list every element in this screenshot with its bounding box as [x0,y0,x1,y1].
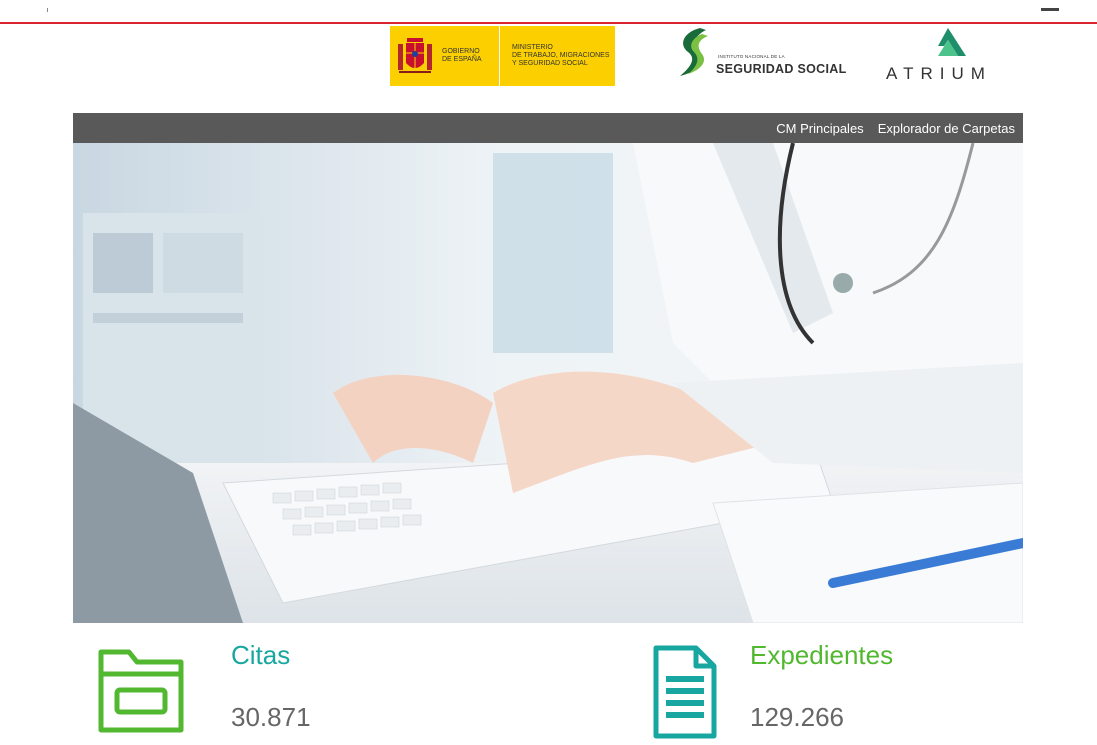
seguridad-social-logo: INSTITUTO NACIONAL DE LA SEGURIDAD SOCIA… [670,24,860,84]
citas-title: Citas [231,640,291,670]
citas-stat[interactable]: Citas 30.871 [95,640,445,740]
citas-value: 30.871 [231,702,311,732]
gobierno-text: GOBIERNO DE ESPAÑA [440,26,500,86]
nav-cm-principales[interactable]: CM Principales [776,121,863,136]
expedientes-title: Expedientes [750,640,894,670]
expedientes-stat[interactable]: Expedientes 129.266 [650,640,1000,740]
atrium-logo: ATRIUM [880,26,1020,90]
top-bar-mark [47,8,48,12]
folder-icon [95,644,187,741]
document-icon [650,644,720,745]
coat-of-arms-icon [390,26,440,86]
top-bar [0,0,1097,24]
expedientes-value: 129.266 [750,702,844,732]
seguridad-social-icon [680,28,708,76]
menu-icon[interactable] [1041,8,1059,11]
ministerio-text: MINISTERIO DE TRABAJO, MIGRACIONES Y SEGUR… [512,44,610,67]
hero-image [73,143,1023,623]
nav-explorador-carpetas[interactable]: Explorador de Carpetas [878,121,1015,136]
atrium-text: ATRIUM [886,64,992,83]
gobierno-espana-logo: GOBIERNO DE ESPAÑA MINISTERIO DE TRABAJO, … [390,26,615,86]
main-nav: CM Principales Explorador de Carpetas [73,113,1023,143]
atrium-icon [938,28,966,56]
ss-subtitle: INSTITUTO NACIONAL DE LA [718,54,785,59]
ss-title: SEGURIDAD SOCIAL [716,62,847,76]
